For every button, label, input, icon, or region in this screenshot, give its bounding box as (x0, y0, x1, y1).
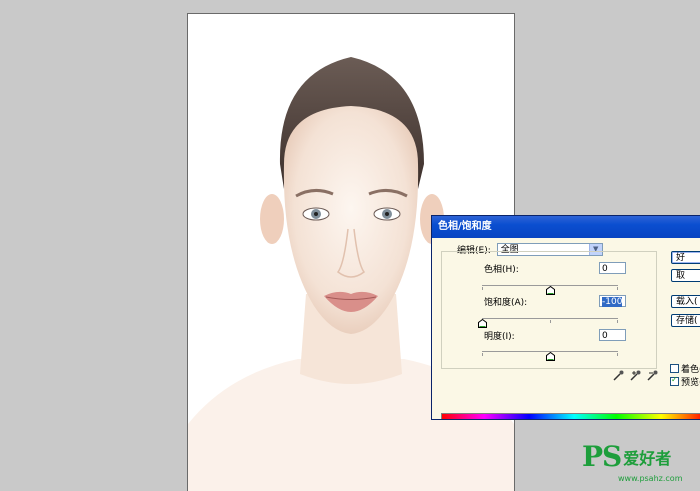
eyedropper-plus-icon[interactable] (630, 366, 641, 381)
save-button[interactable]: 存储( (671, 314, 700, 327)
lightness-input[interactable]: 0 (599, 329, 626, 341)
ok-button[interactable]: 好 (671, 251, 700, 264)
watermark-url: www.psahz.com (618, 474, 683, 483)
hue-input[interactable]: 0 (599, 262, 626, 274)
lightness-value: 0 (602, 331, 608, 341)
lightness-label: 明度(I): (484, 332, 515, 342)
hue-saturation-dialog: 色相/饱和度 编辑(E): 全图 ▼ 色相(H): 0 饱和度(A): -100 (431, 215, 700, 420)
load-button[interactable]: 载入( (671, 295, 700, 308)
hue-label: 色相(H): (484, 265, 519, 275)
eyedropper-icon[interactable] (613, 366, 624, 381)
color-spectrum-bar (441, 413, 700, 419)
hue-value: 0 (602, 264, 608, 274)
saturation-value: -100 (602, 297, 623, 307)
saturation-label: 饱和度(A): (484, 298, 528, 308)
preview-checkbox[interactable]: 预览( (670, 375, 700, 388)
dialog-body: 编辑(E): 全图 ▼ 色相(H): 0 饱和度(A): -100 明度(I):… (432, 238, 700, 419)
eyedropper-minus-icon[interactable] (647, 366, 658, 381)
watermark: PS 爱好者 www.psahz.com (582, 440, 682, 483)
cancel-button[interactable]: 取 (671, 269, 700, 282)
colorize-checkbox[interactable]: 着色( (670, 362, 700, 375)
colorize-box[interactable] (670, 364, 679, 373)
watermark-logo: PS (582, 440, 622, 473)
colorize-label: 着色( (681, 365, 700, 375)
saturation-ticks (482, 320, 618, 323)
preview-label: 预览( (681, 378, 700, 388)
adjustment-group: 色相(H): 0 饱和度(A): -100 明度(I): 0 (441, 251, 657, 369)
preview-box[interactable] (670, 375, 679, 386)
saturation-input[interactable]: -100 (599, 295, 626, 307)
watermark-text: 爱好者 (623, 449, 672, 468)
eyedropper-tools (613, 366, 658, 381)
dialog-title[interactable]: 色相/饱和度 (432, 216, 700, 238)
saturation-slider-track[interactable] (482, 318, 618, 319)
